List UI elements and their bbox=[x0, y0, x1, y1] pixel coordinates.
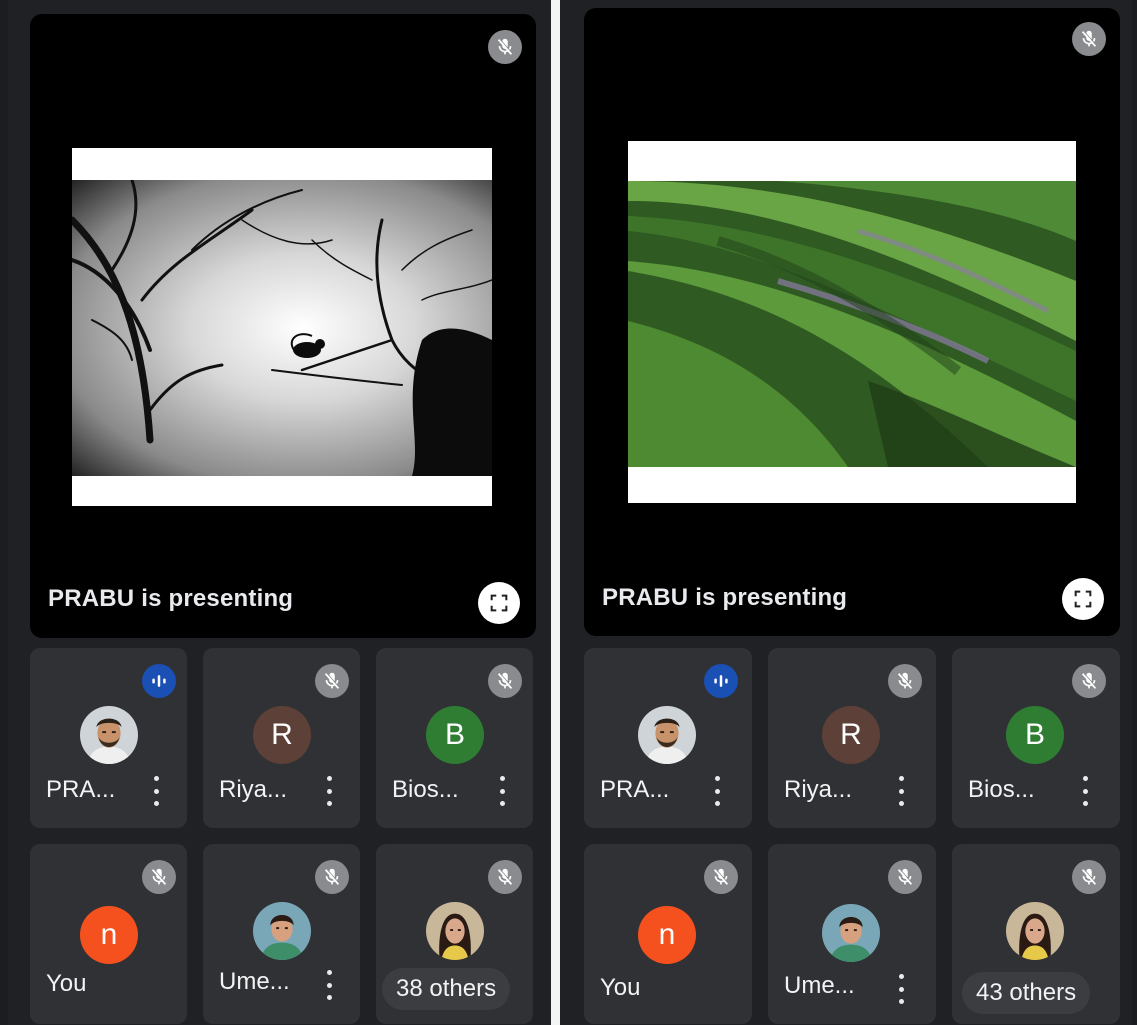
shared-slide bbox=[628, 141, 1076, 503]
more-options-icon[interactable] bbox=[710, 776, 724, 806]
mic-off-icon bbox=[1072, 664, 1106, 698]
participant-name: Ume... bbox=[784, 972, 855, 999]
fullscreen-icon bbox=[1072, 588, 1094, 610]
participant-tile[interactable]: R Riya... bbox=[203, 648, 360, 828]
more-options-icon[interactable] bbox=[322, 776, 336, 806]
fullscreen-button[interactable] bbox=[478, 582, 520, 624]
hills-landscape-illustration bbox=[628, 181, 1076, 467]
participant-name: Riya... bbox=[784, 776, 853, 803]
others-tile[interactable]: 38 others bbox=[376, 844, 533, 1024]
speaking-indicator-icon bbox=[142, 664, 176, 698]
panel-divider bbox=[551, 0, 560, 1025]
presentation-tile[interactable]: PRABU is presenting bbox=[584, 8, 1120, 636]
avatar bbox=[80, 706, 138, 764]
avatar: B bbox=[426, 706, 484, 764]
avatar bbox=[253, 902, 311, 960]
mic-off-icon bbox=[488, 30, 522, 64]
mic-off-icon bbox=[888, 860, 922, 894]
participant-tile[interactable]: R Riya... bbox=[768, 648, 936, 828]
avatar: R bbox=[822, 706, 880, 764]
participant-tile[interactable]: B Bios... bbox=[952, 648, 1120, 828]
avatar bbox=[822, 904, 880, 962]
avatar: B bbox=[1006, 706, 1064, 764]
participant-tile[interactable]: PRA... bbox=[30, 648, 187, 828]
more-options-icon[interactable] bbox=[495, 776, 509, 806]
participant-name: PRA... bbox=[600, 776, 670, 803]
more-options-icon[interactable] bbox=[894, 974, 908, 1004]
mic-off-icon bbox=[315, 860, 349, 894]
participant-tile[interactable]: B Bios... bbox=[376, 648, 533, 828]
meeting-panel-left: PRABU is presenting PRA... R Riya... B B… bbox=[8, 0, 551, 1025]
presentation-tile[interactable]: PRABU is presenting bbox=[30, 14, 536, 638]
participant-name: You bbox=[600, 974, 641, 1001]
more-options-icon[interactable] bbox=[894, 776, 908, 806]
participant-name: PRA... bbox=[46, 776, 116, 803]
more-options-icon[interactable] bbox=[149, 776, 163, 806]
shared-slide bbox=[72, 148, 492, 506]
tree-silhouette-illustration bbox=[72, 180, 492, 476]
others-count-chip[interactable]: 38 others bbox=[382, 968, 511, 1010]
fullscreen-button[interactable] bbox=[1062, 578, 1104, 620]
mic-off-icon bbox=[888, 664, 922, 698]
participant-name: Bios... bbox=[968, 776, 1035, 803]
others-count-chip[interactable]: 43 others bbox=[962, 972, 1091, 1014]
presenting-label: PRABU is presenting bbox=[602, 584, 848, 611]
mic-off-icon bbox=[704, 860, 738, 894]
participant-tile[interactable]: n You bbox=[584, 844, 752, 1024]
participant-name: Ume... bbox=[219, 968, 290, 995]
mic-off-icon bbox=[488, 664, 522, 698]
fullscreen-icon bbox=[488, 592, 510, 614]
avatar bbox=[638, 706, 696, 764]
more-options-icon[interactable] bbox=[1078, 776, 1092, 806]
slide-image bbox=[72, 180, 492, 476]
speaking-indicator-icon bbox=[704, 664, 738, 698]
participant-tile[interactable]: PRA... bbox=[584, 648, 752, 828]
others-tile[interactable]: 43 others bbox=[952, 844, 1120, 1024]
avatar bbox=[1006, 902, 1064, 960]
mic-off-icon bbox=[488, 860, 522, 894]
mic-off-icon bbox=[142, 860, 176, 894]
mic-off-icon bbox=[1072, 860, 1106, 894]
avatar: n bbox=[80, 906, 138, 964]
avatar: R bbox=[253, 706, 311, 764]
participant-name: Bios... bbox=[392, 776, 459, 803]
participant-tile[interactable]: Ume... bbox=[768, 844, 936, 1024]
more-options-icon[interactable] bbox=[322, 970, 336, 1000]
participant-name: You bbox=[46, 970, 87, 997]
participant-name: Riya... bbox=[219, 776, 288, 803]
avatar bbox=[426, 902, 484, 960]
avatar: n bbox=[638, 906, 696, 964]
participant-tile[interactable]: n You bbox=[30, 844, 187, 1024]
meeting-panel-right: PRABU is presenting PRA... R Riya... B B… bbox=[560, 0, 1132, 1025]
participant-tile[interactable]: Ume... bbox=[203, 844, 360, 1024]
presenting-label: PRABU is presenting bbox=[48, 585, 294, 612]
slide-image bbox=[628, 181, 1076, 467]
mic-off-icon bbox=[1072, 22, 1106, 56]
mic-off-icon bbox=[315, 664, 349, 698]
